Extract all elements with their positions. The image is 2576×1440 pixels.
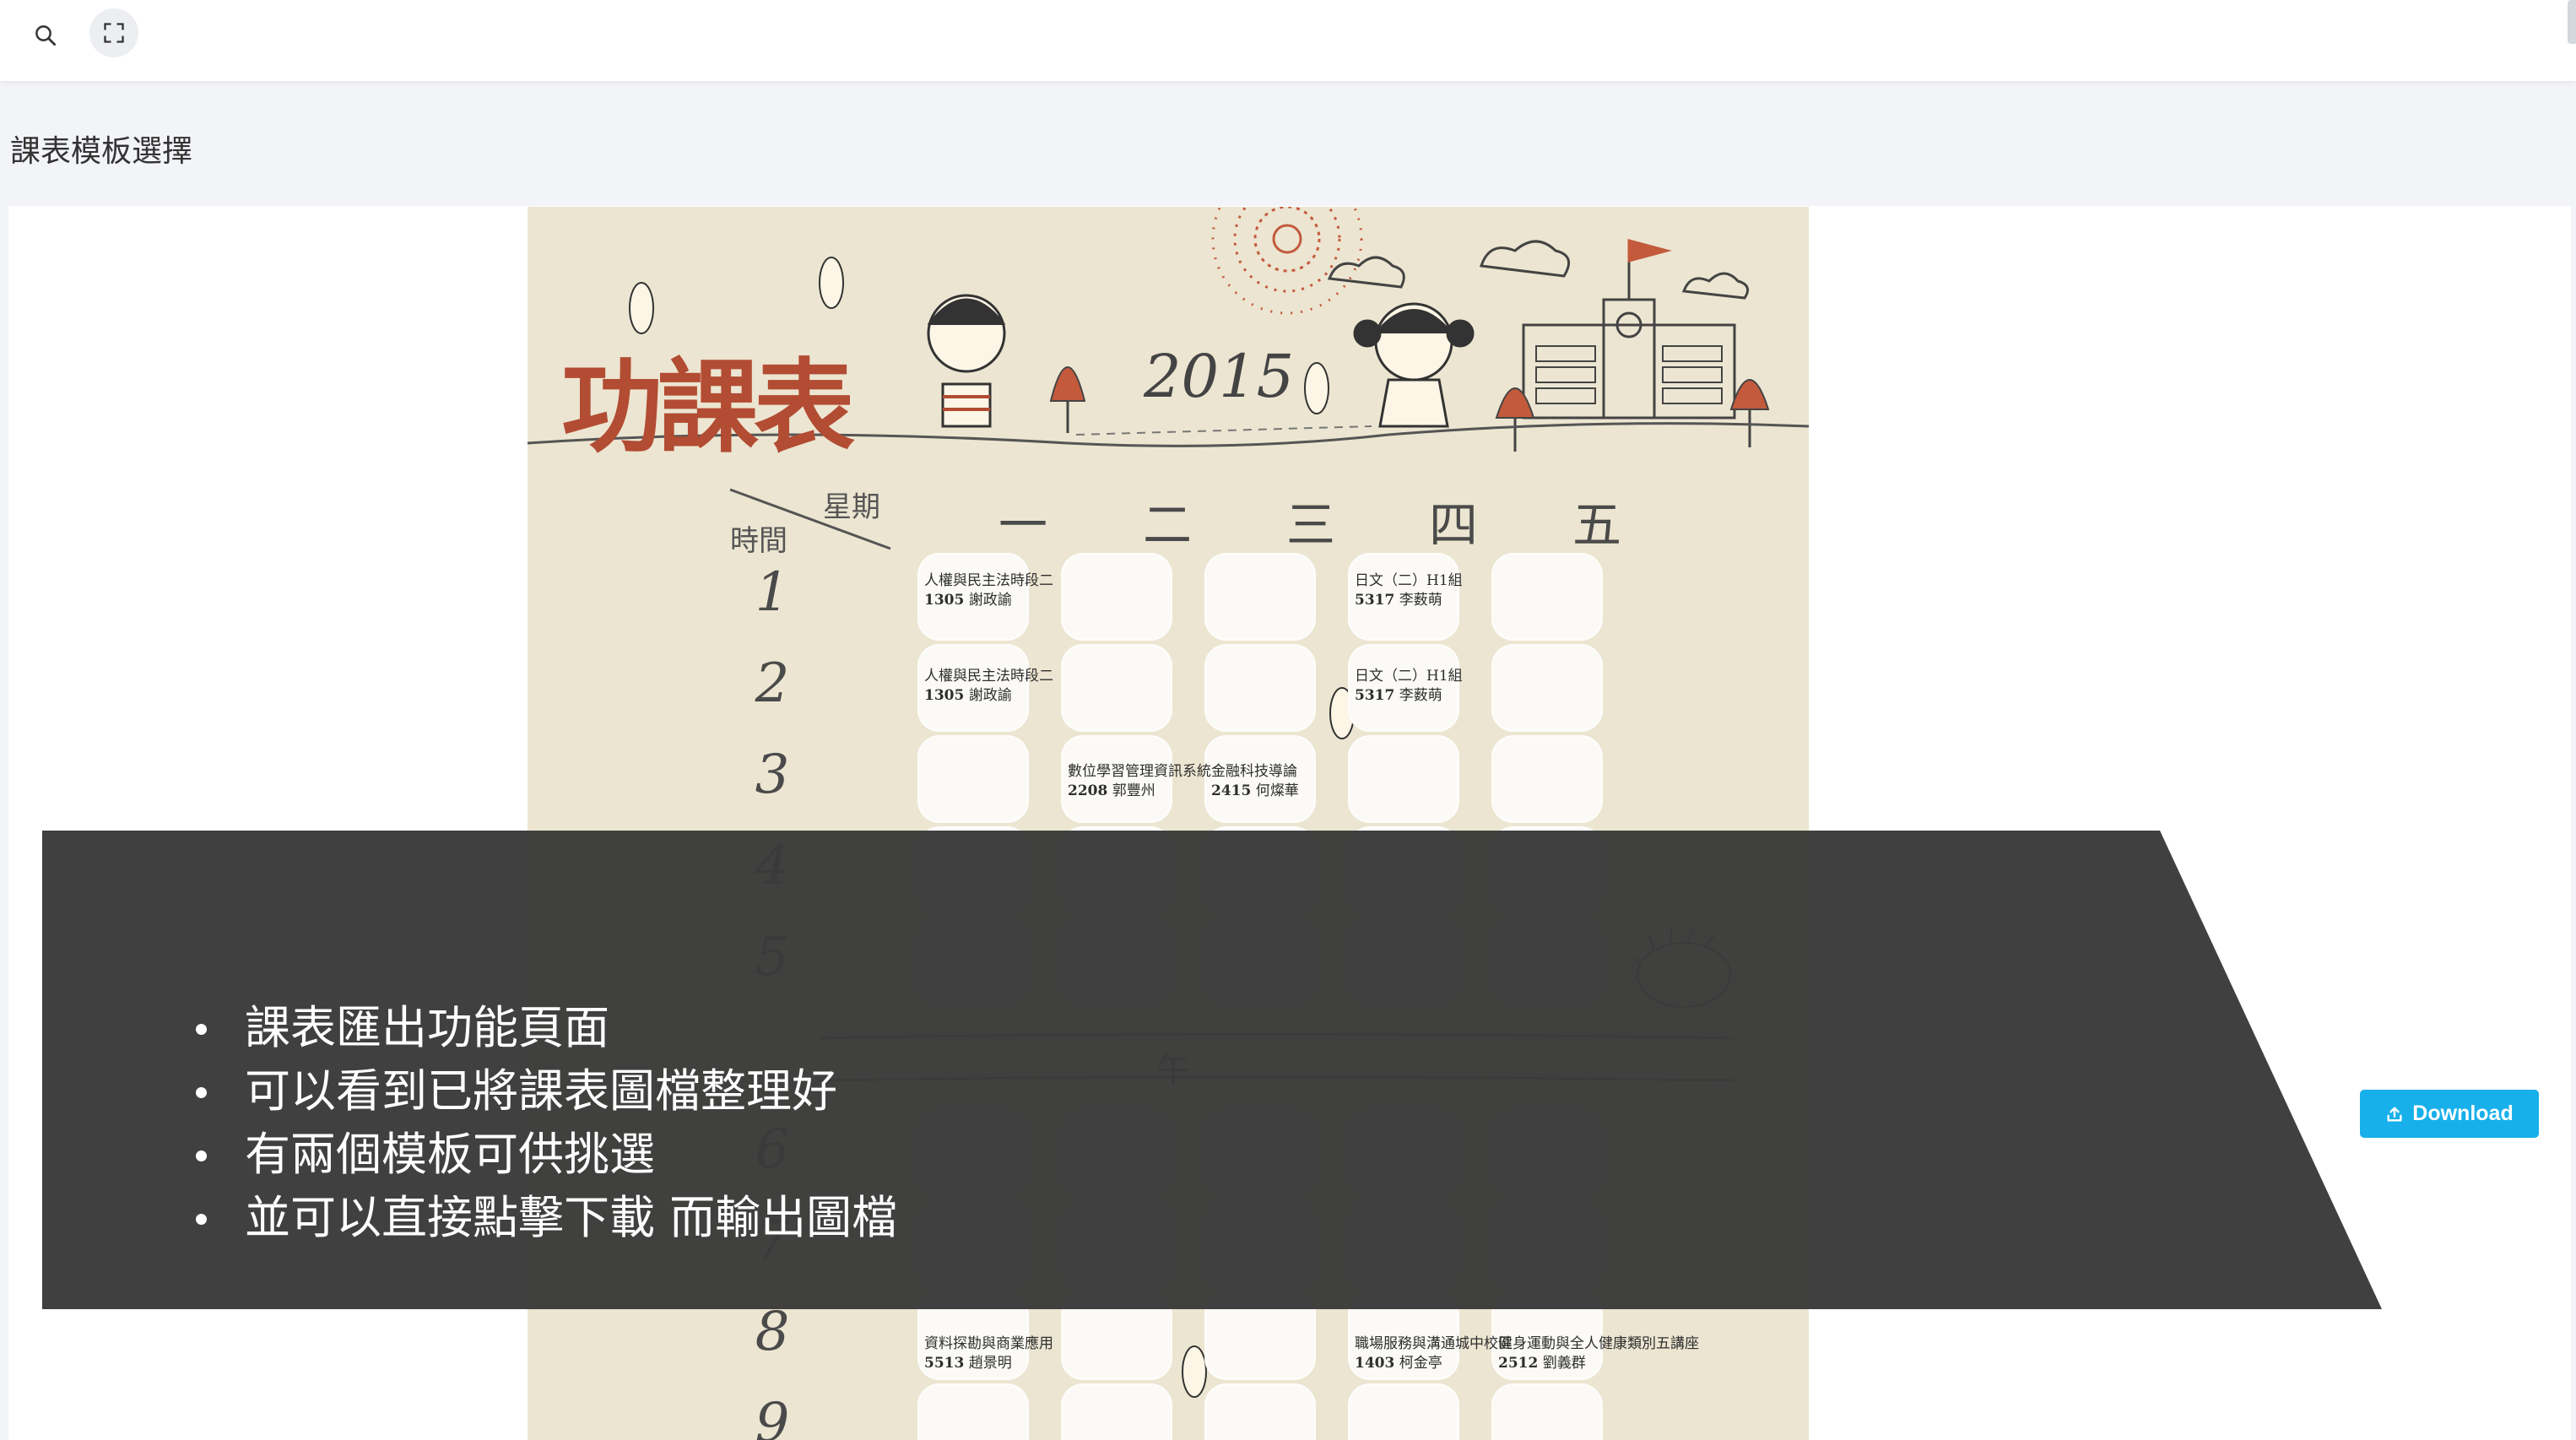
timetable-slot (1491, 644, 1603, 732)
course-code: 1305 (924, 592, 965, 609)
course-entry: 人權與民主法時段二 1305 謝政諭 (924, 667, 1053, 706)
course-code: 2208 (1068, 782, 1108, 799)
course-entry: 資料探勘與商業應用 5513 趙景明 (924, 1334, 1053, 1373)
course-name: 資料探勘與商業應用 (924, 1335, 1053, 1352)
course-code: 5513 (924, 1355, 965, 1372)
course-name: 金融科技導論 (1211, 763, 1297, 780)
course-code: 1403 (1355, 1355, 1395, 1372)
course-name: 數位學習管理資訊系統 (1068, 763, 1211, 780)
period-number: 9 (755, 1392, 790, 1440)
course-name: 健身運動與全人健康類別五講座 (1498, 1335, 1699, 1352)
search-button[interactable] (25, 15, 66, 56)
course-code: 1305 (924, 687, 965, 704)
course-code: 2415 (1211, 782, 1252, 799)
day-header-thu: 四 (1428, 496, 1478, 554)
timetable-slot (1491, 1383, 1603, 1440)
timetable-slot (1204, 644, 1316, 732)
course-teacher: 謝政諭 (968, 687, 1012, 704)
search-icon (35, 25, 56, 46)
timetable-slot (1491, 735, 1603, 823)
course-entry: 日文（二）H1組 5317 李薮萌 (1355, 571, 1463, 610)
course-entry: 健身運動與全人健康類別五講座 2512 劉義群 (1498, 1334, 1699, 1373)
period-number: 8 (755, 1301, 790, 1363)
page-title: 課表模板選擇 (10, 134, 193, 169)
day-header-tue: 二 (1142, 496, 1192, 554)
school-illustration (1522, 239, 1736, 420)
course-entry: 數位學習管理資訊系統 2208 郭豐州 (1068, 762, 1211, 801)
period-number: 2 (755, 652, 790, 715)
bullet-item: 可以看到已將課表圖檔整理好 (148, 1059, 897, 1123)
poster-title: 功課表 (561, 348, 855, 467)
feature-bullet-list: 課表匯出功能頁面 可以看到已將課表圖檔整理好 有兩個模板可供挑選 並可以直接點擊… (148, 996, 897, 1249)
scrollbar-edge[interactable] (2568, 0, 2576, 44)
sun-illustration (1211, 207, 1363, 315)
download-button[interactable]: Download (2360, 1090, 2539, 1138)
top-header (0, 0, 2576, 81)
course-name: 日文（二）H1組 (1355, 668, 1463, 685)
fullscreen-button[interactable] (89, 8, 138, 57)
period-number: 1 (755, 561, 790, 624)
timetable-slot (1204, 553, 1316, 641)
timetable-slot (1491, 553, 1603, 641)
course-teacher: 柯金亭 (1399, 1355, 1442, 1372)
clouds (1327, 240, 1750, 300)
course-name: 職場服務與溝通城中校區 (1355, 1335, 1513, 1352)
course-teacher: 郭豐州 (1112, 782, 1155, 799)
course-teacher: 李薮萌 (1399, 687, 1442, 704)
timetable-slot (1061, 553, 1172, 641)
day-header-mon: 一 (998, 496, 1047, 554)
course-name: 人權與民主法時段二 (924, 572, 1053, 589)
course-entry: 金融科技導論 2415 何燦華 (1211, 762, 1299, 801)
timetable-slot (917, 1383, 1029, 1440)
timetable-slot (1061, 1383, 1172, 1440)
course-entry: 人權與民主法時段二 1305 謝政諭 (924, 571, 1053, 610)
course-teacher: 謝政諭 (968, 592, 1012, 609)
corner-week-label: 星期 (823, 490, 880, 524)
course-teacher: 李薮萌 (1399, 592, 1442, 609)
course-name: 日文（二）H1組 (1355, 572, 1463, 589)
timetable-slot (1061, 644, 1172, 732)
download-label: Download (2412, 1102, 2514, 1125)
timetable-slot (1348, 735, 1459, 823)
course-entry: 日文（二）H1組 5317 李薮萌 (1355, 667, 1463, 706)
course-teacher: 趙景明 (968, 1355, 1012, 1372)
period-number: 3 (755, 744, 790, 806)
corner-time-label: 時間 (730, 524, 787, 558)
course-name: 人權與民主法時段二 (924, 668, 1053, 685)
fullscreen-icon (104, 23, 124, 43)
day-header-wed: 三 (1285, 496, 1335, 554)
course-code: 5317 (1355, 592, 1395, 609)
course-entry: 職場服務與溝通城中校區 1403 柯金亭 (1355, 1334, 1513, 1373)
timetable-slot (1204, 1383, 1316, 1440)
poster-year: 2015 (1144, 342, 1295, 411)
timetable-slot (917, 735, 1029, 823)
timetable-slot (1348, 1383, 1459, 1440)
bullet-item: 有兩個模板可供挑選 (148, 1123, 897, 1186)
course-code: 2512 (1498, 1355, 1539, 1372)
day-header-fri: 五 (1572, 496, 1621, 554)
bullet-item: 並可以直接點擊下載 而輸出圖檔 (148, 1186, 897, 1249)
upload-icon (2387, 1106, 2402, 1122)
course-teacher: 何燦華 (1255, 782, 1299, 799)
bullet-item: 課表匯出功能頁面 (148, 996, 897, 1059)
course-code: 5317 (1355, 687, 1395, 704)
course-teacher: 劉義群 (1542, 1355, 1586, 1372)
